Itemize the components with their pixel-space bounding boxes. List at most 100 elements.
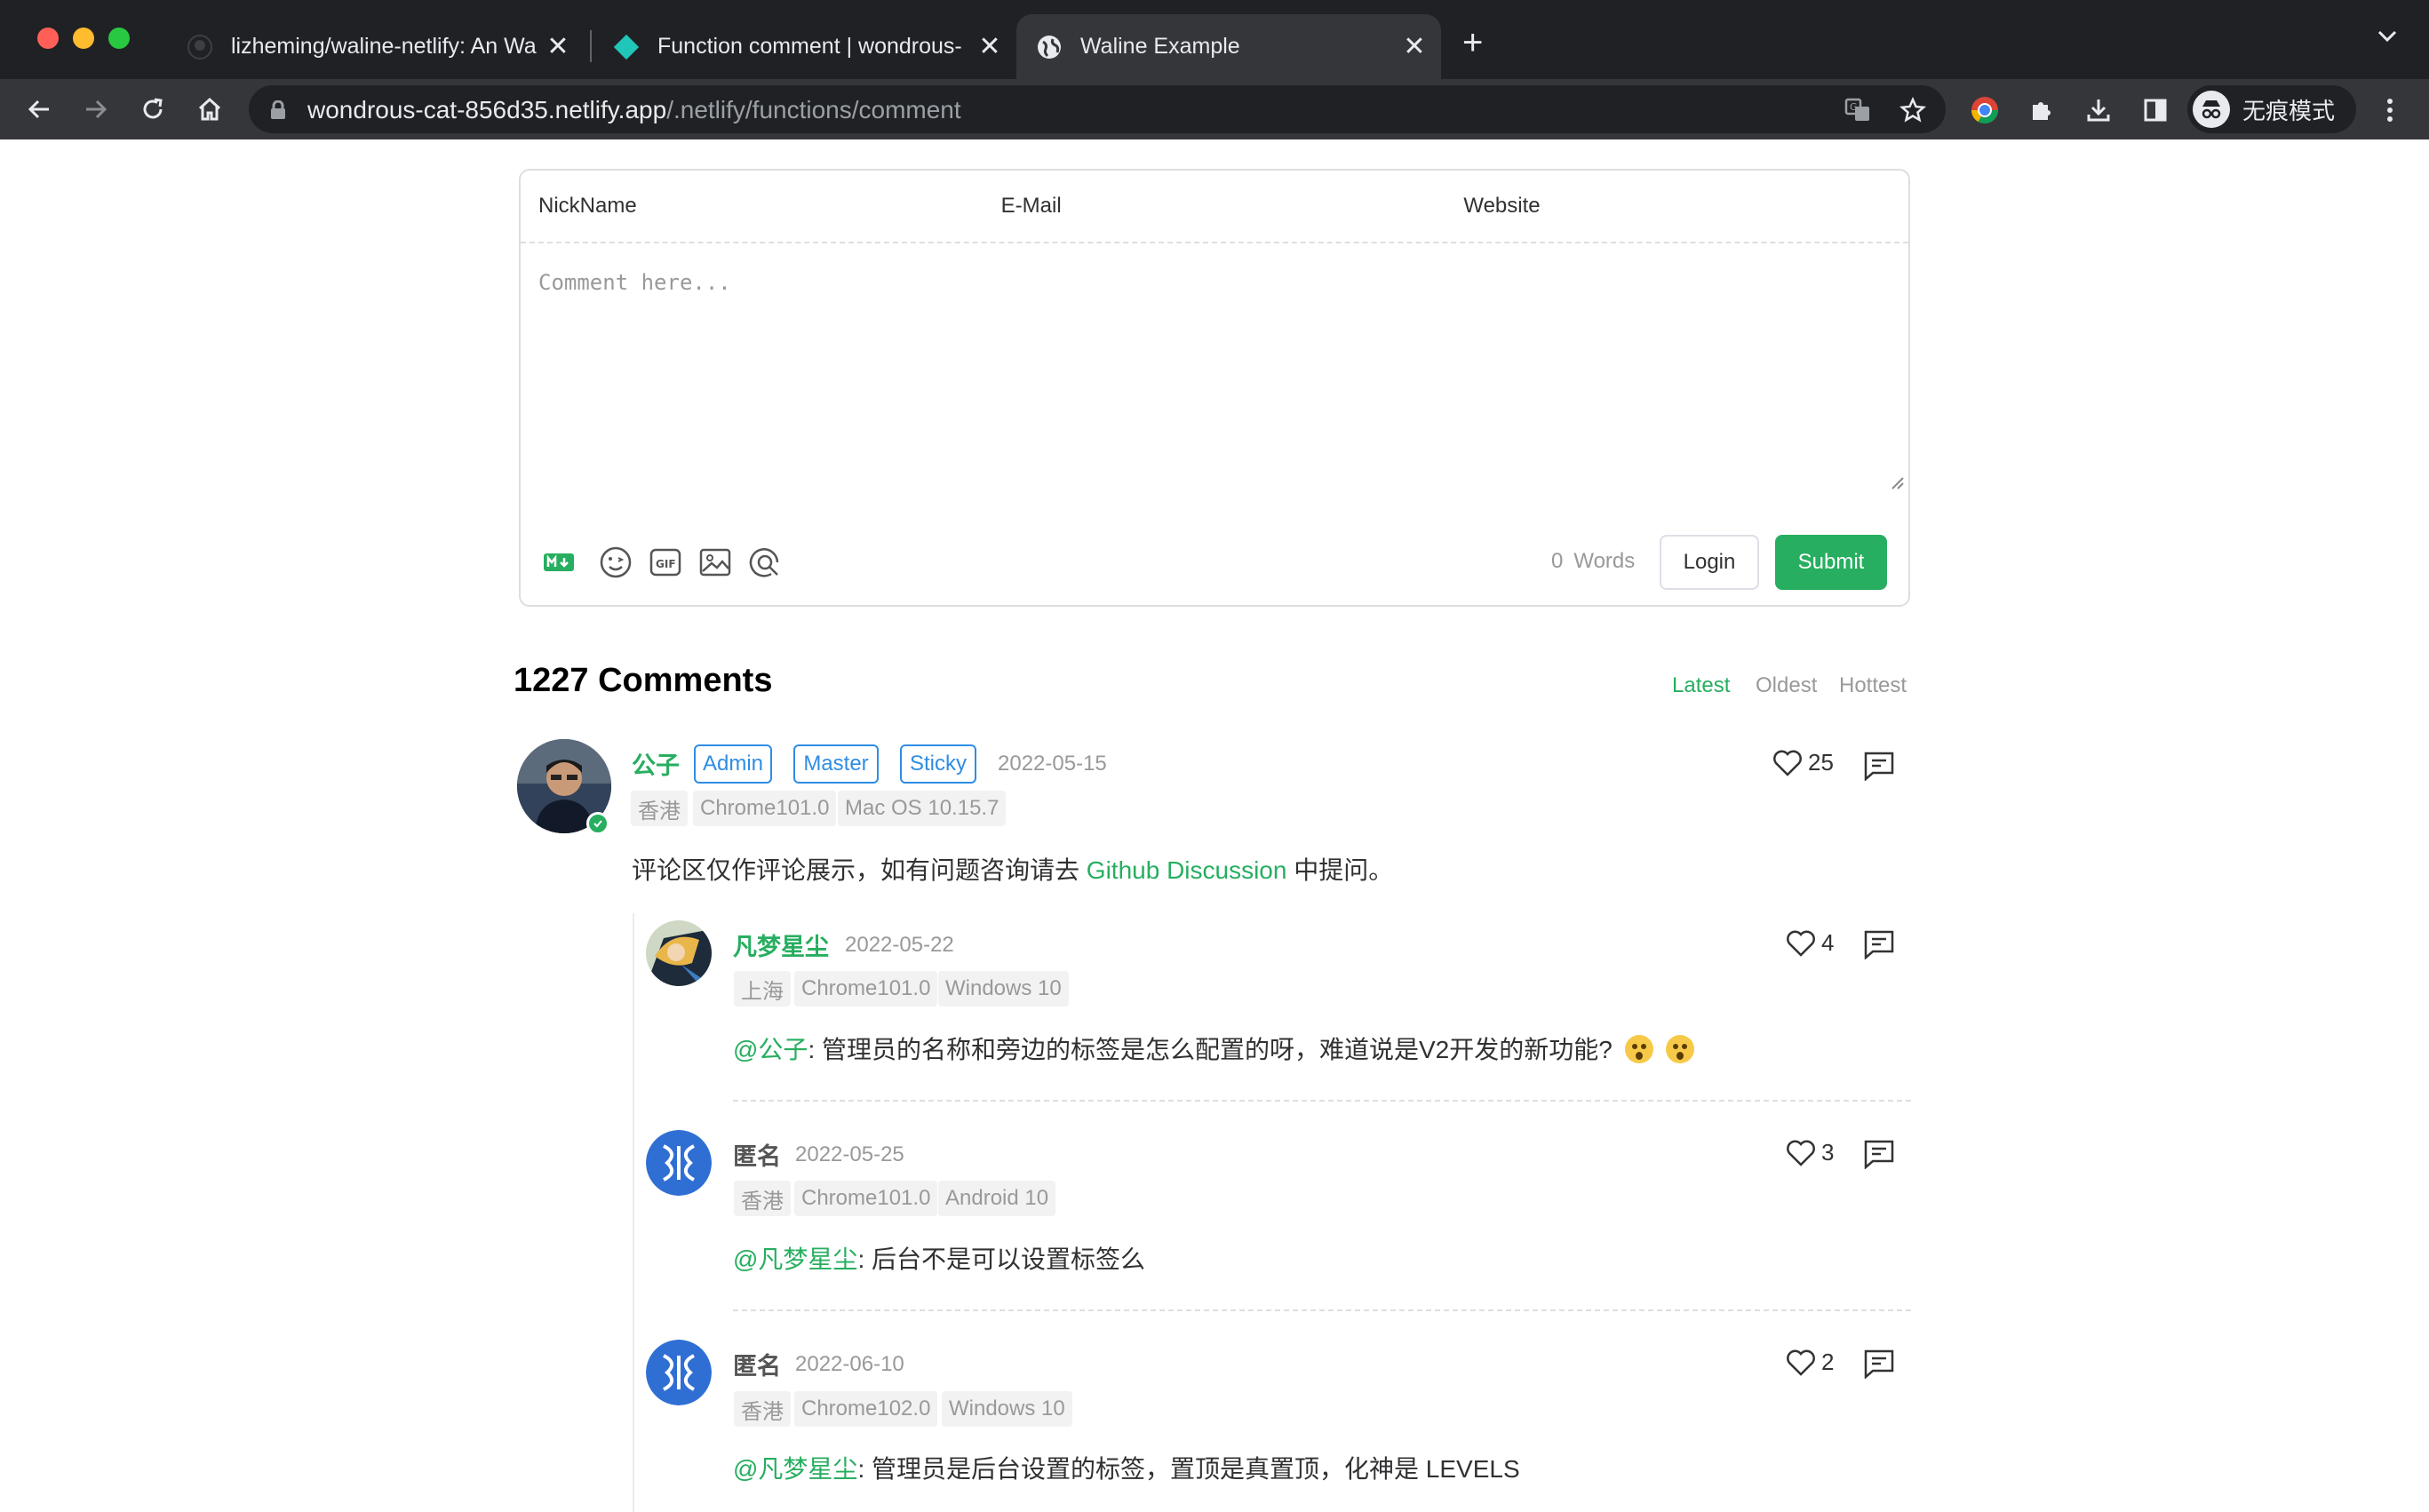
window-close-button[interactable] [37, 28, 59, 49]
github-icon [187, 34, 213, 60]
meta-os: Android 10 [938, 1181, 1056, 1216]
reply-icon[interactable] [1863, 751, 1895, 785]
login-button[interactable]: Login [1660, 535, 1759, 590]
image-upload-icon[interactable] [697, 544, 734, 581]
browser-tab-netlify[interactable]: Function comment | wondrous- ✕ [593, 14, 1016, 79]
like-count: 3 [1821, 1139, 1835, 1166]
verified-check-icon [586, 812, 609, 835]
tab-title: lizheming/waline-netlify: An Wa [231, 34, 537, 59]
like-count: 25 [1808, 749, 1834, 776]
meta-os: Mac OS 10.15.7 [838, 791, 1007, 826]
admin-badge: Admin [694, 744, 772, 784]
markdown-icon[interactable] [540, 544, 577, 581]
mention-link[interactable]: @凡梦星尘 [733, 1245, 857, 1273]
lock-icon [270, 99, 286, 124]
avatar [646, 1130, 712, 1196]
like-button[interactable]: 4 [1786, 929, 1834, 957]
sticky-badge: Sticky [900, 744, 976, 784]
browser-menu-icon[interactable] [2374, 94, 2406, 126]
tab-close-icon[interactable]: ✕ [542, 31, 574, 63]
sort-hottest-tab[interactable]: Hottest [1839, 673, 1907, 698]
tab-divider [590, 30, 592, 62]
preview-search-icon[interactable] [746, 544, 784, 581]
comment-date: 2022-05-15 [998, 752, 1107, 776]
address-url: wondrous-cat-856d35.netlify.app/.netlify… [307, 96, 961, 124]
browser-tab-waline-example[interactable]: Waline Example ✕ [1016, 14, 1441, 79]
home-icon[interactable] [188, 88, 231, 131]
content-text: : 管理员的名称和旁边的标签是怎么配置的呀，难道说是V2开发的新功能? [808, 1036, 1613, 1063]
url-host: wondrous-cat-856d35.netlify.app [307, 96, 667, 123]
tab-title: Waline Example [1080, 34, 1240, 59]
heart-icon [1787, 1349, 1815, 1376]
meta-browser: Chrome101.0 [693, 791, 837, 826]
comment-count-title: 1227 Comments [514, 662, 773, 699]
content-text: 中提问。 [1286, 856, 1394, 884]
avatar [646, 1340, 712, 1405]
browser-toolbar: wondrous-cat-856d35.netlify.app/.netlify… [0, 79, 2429, 139]
meta-browser: Chrome101.0 [794, 1181, 938, 1216]
reply-divider [733, 1309, 1911, 1311]
nickname-field[interactable]: NickName [521, 171, 984, 242]
emoji-icon[interactable] [597, 544, 634, 581]
mention-link[interactable]: @凡梦星尘 [733, 1455, 857, 1483]
reply-content: @凡梦星尘: 管理员是后台设置的标签，置顶是真置顶，化神是 LEVELS [733, 1450, 1520, 1485]
new-tab-button[interactable]: + [1462, 25, 1483, 60]
heart-icon [1787, 930, 1815, 957]
browser-tab-github[interactable]: lizheming/waline-netlify: An Wa ✕ [167, 14, 585, 79]
comment-textarea[interactable]: Comment here... [538, 270, 731, 295]
reload-icon[interactable] [131, 88, 174, 131]
meta-os: Windows 10 [938, 971, 1069, 1007]
chrome-extension-color-icon[interactable] [1969, 94, 2001, 126]
like-count: 4 [1821, 929, 1835, 956]
like-button[interactable]: 3 [1786, 1139, 1834, 1166]
reply-thread-line [633, 913, 634, 1512]
like-button[interactable]: 2 [1786, 1349, 1834, 1376]
tab-close-icon[interactable]: ✕ [974, 31, 1006, 63]
comment-content: 评论区仅作评论展示，如有问题咨询请去 Github Discussion 中提问… [632, 851, 1393, 887]
reply-content: @凡梦星尘: 后台不是可以设置标签么 [733, 1240, 1145, 1276]
textarea-resize-handle-icon[interactable] [1889, 474, 1905, 495]
window-minimize-button[interactable] [73, 28, 94, 49]
bookmark-star-icon[interactable] [1899, 97, 1926, 123]
side-panel-icon[interactable] [2139, 94, 2171, 126]
translate-icon[interactable]: G [1844, 97, 1871, 123]
sort-oldest-tab[interactable]: Oldest [1756, 673, 1817, 698]
tab-search-chevron-icon[interactable] [2377, 30, 2397, 47]
github-discussion-link[interactable]: Github Discussion [1087, 856, 1287, 884]
forward-arrow-icon[interactable] [75, 88, 117, 131]
meta-os: Windows 10 [942, 1391, 1072, 1427]
reply-author[interactable]: 匿名 [733, 1347, 781, 1381]
content-text: : 管理员是后台设置的标签，置顶是真置顶，化神是 LEVELS [857, 1455, 1520, 1483]
reply-author[interactable]: 凡梦星尘 [733, 927, 829, 962]
like-button[interactable]: 25 [1772, 749, 1834, 776]
window-zoom-button[interactable] [108, 28, 130, 49]
avatar [646, 920, 712, 986]
extensions-puzzle-icon[interactable] [2026, 94, 2058, 126]
reply-date: 2022-05-22 [845, 933, 954, 957]
mention-link[interactable]: @公子 [733, 1036, 808, 1063]
website-field[interactable]: Website [1445, 171, 1908, 242]
netlify-icon [613, 34, 640, 60]
address-bar[interactable]: wondrous-cat-856d35.netlify.app/.netlify… [249, 85, 1946, 133]
browser-tab-strip: lizheming/waline-netlify: An Wa ✕ Functi… [0, 0, 2429, 79]
reply-icon[interactable] [1863, 1349, 1895, 1383]
reply-icon[interactable] [1863, 929, 1895, 964]
incognito-profile-button[interactable]: 无痕模式 [2187, 85, 2356, 133]
email-field[interactable]: E-Mail [984, 171, 1446, 242]
reply-author[interactable]: 匿名 [733, 1137, 781, 1172]
comment-author[interactable]: 公子 [632, 746, 680, 781]
meta-browser: Chrome101.0 [794, 971, 938, 1007]
reply-icon[interactable] [1863, 1139, 1895, 1174]
submit-button[interactable]: Submit [1775, 535, 1887, 590]
content-text: : 后台不是可以设置标签么 [857, 1245, 1145, 1273]
back-arrow-icon[interactable] [18, 88, 60, 131]
reply-date: 2022-05-25 [795, 1142, 904, 1166]
url-path: /.netlify/functions/comment [666, 96, 961, 123]
sort-latest-tab[interactable]: Latest [1672, 673, 1730, 698]
meta-location: 香港 [734, 1181, 791, 1216]
tab-close-icon[interactable]: ✕ [1398, 31, 1430, 63]
gif-icon[interactable]: GIF [647, 544, 684, 581]
download-icon[interactable] [2083, 94, 2114, 126]
meta-location: 香港 [631, 791, 688, 826]
astonished-emoji-icon [1624, 1035, 1653, 1063]
